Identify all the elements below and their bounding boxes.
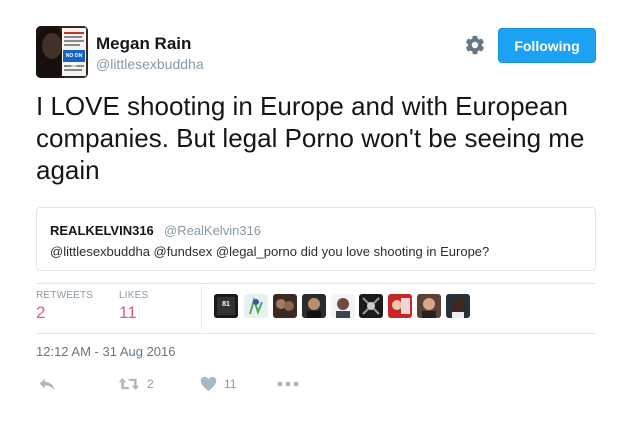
likes-count[interactable]: 11 [119, 303, 137, 323]
retweets-label[interactable]: RETWEETS [36, 290, 93, 301]
quoted-text: @littlesexbuddha @fundsex @legal_porno d… [50, 244, 490, 259]
following-button[interactable]: Following [498, 28, 596, 63]
liker-avatar[interactable] [446, 294, 470, 318]
like-button[interactable]: 11 [200, 374, 236, 394]
liker-avatar[interactable] [331, 294, 355, 318]
retweet-count: 2 [147, 377, 154, 391]
divider [36, 283, 596, 284]
tweet-timestamp[interactable]: 12:12 AM - 31 Aug 2016 [36, 344, 176, 359]
quoted-display-name: REALKELVIN316 [50, 223, 154, 238]
liker-avatar[interactable] [273, 294, 297, 318]
like-count: 11 [224, 377, 237, 391]
liker-avatar[interactable] [244, 294, 268, 318]
liker-badge: 81 [222, 301, 230, 308]
retweet-icon [118, 378, 140, 390]
likes-label[interactable]: LIKES [119, 290, 148, 301]
author-screen-name[interactable]: @littlesexbuddha [96, 56, 204, 72]
avatar-badge: NO ON 60 [65, 53, 83, 69]
reply-icon [39, 378, 55, 390]
divider [36, 333, 596, 334]
quoted-screen-name: @RealKelvin316 [164, 223, 262, 238]
avatar[interactable]: NO ON 60 [36, 26, 88, 78]
tweet-text: I LOVE shooting in Europe and with Europ… [36, 91, 585, 185]
liker-avatar[interactable]: 81 [214, 294, 238, 318]
author-display-name[interactable]: Megan Rain [96, 34, 191, 54]
retweet-button[interactable]: 2 [118, 374, 154, 394]
gear-icon[interactable] [464, 34, 486, 56]
quoted-tweet[interactable]: REALKELVIN316 @RealKelvin316 @littlesexb… [36, 207, 596, 271]
retweets-count[interactable]: 2 [36, 303, 45, 323]
more-button[interactable] [277, 374, 299, 394]
liker-avatar[interactable] [388, 294, 412, 318]
more-icon [277, 381, 299, 387]
liker-avatar[interactable] [302, 294, 326, 318]
stats-divider [201, 287, 202, 329]
liker-avatar[interactable] [417, 294, 441, 318]
heart-icon [200, 376, 217, 392]
reply-button[interactable] [38, 374, 56, 394]
liker-avatar[interactable] [359, 294, 383, 318]
